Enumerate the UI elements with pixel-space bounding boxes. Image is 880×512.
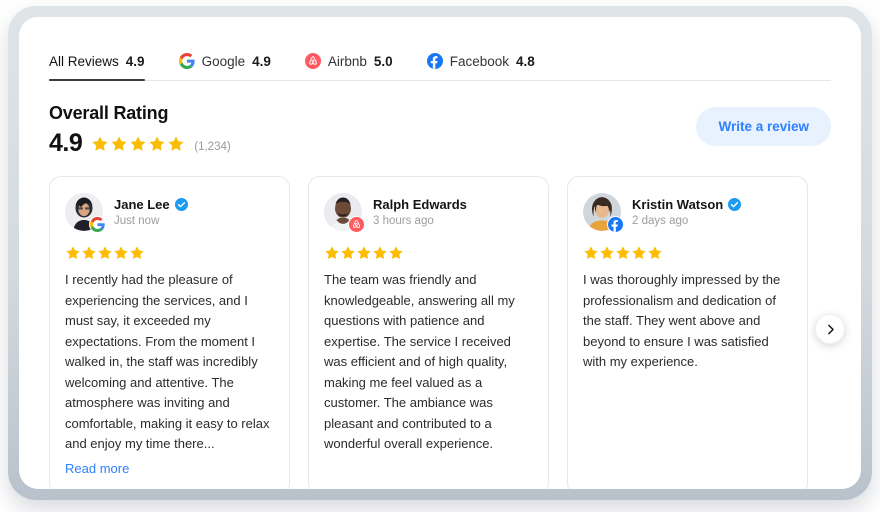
review-card[interactable]: Kristin Watson 2 days ago I was thorough… — [567, 176, 808, 489]
review-count: (1,234) — [194, 140, 231, 153]
star-icon — [149, 136, 165, 151]
review-author: Kristin Watson 2 days ago — [583, 193, 792, 233]
star-icon — [98, 246, 112, 260]
facebook-icon — [608, 217, 623, 232]
star-icon — [632, 246, 646, 260]
review-text: The team was friendly and knowledgeable,… — [324, 272, 515, 452]
airbnb-icon — [304, 53, 321, 69]
star-icon — [114, 246, 128, 260]
star-icon — [373, 246, 387, 260]
author-name: Ralph Edwards — [373, 197, 467, 212]
page-title: Overall Rating — [49, 103, 169, 123]
star-icon — [66, 246, 80, 260]
review-card[interactable]: Jane Lee Just now I recently had the ple… — [49, 176, 290, 489]
star-icon — [130, 246, 144, 260]
tab-facebook-score: 4.8 — [516, 53, 535, 69]
author-info: Ralph Edwards 3 hours ago — [373, 197, 467, 227]
source-badge-facebook — [607, 216, 624, 233]
write-a-review-button[interactable]: Write a review — [696, 107, 831, 146]
review-timestamp: 3 hours ago — [373, 215, 434, 227]
read-more-link[interactable]: Read more — [65, 461, 129, 476]
verified-icon — [728, 198, 742, 211]
review-timestamp: 2 days ago — [632, 215, 689, 227]
device-screen: All Reviews 4.9 Google 4.9 Airbnb 5.0 Fa… — [19, 17, 861, 489]
google-icon — [178, 53, 195, 69]
reviews-carousel: Jane Lee Just now I recently had the ple… — [49, 176, 845, 489]
tab-facebook-label: Facebook — [449, 53, 509, 69]
star-icon — [82, 246, 96, 260]
avatar-wrap — [324, 193, 365, 233]
device-frame: All Reviews 4.9 Google 4.9 Airbnb 5.0 Fa… — [8, 6, 872, 500]
review-author: Ralph Edwards 3 hours ago — [324, 193, 533, 233]
author-name: Jane Lee — [114, 197, 170, 212]
star-icon — [92, 136, 108, 151]
review-card[interactable]: Ralph Edwards 3 hours ago The team was f… — [308, 176, 549, 489]
tab-google-label: Google — [201, 53, 246, 69]
tab-airbnb[interactable]: Airbnb 5.0 — [304, 53, 393, 80]
author-name-row: Jane Lee — [114, 197, 188, 212]
tab-all-reviews-score: 4.9 — [125, 54, 145, 69]
tab-facebook[interactable]: Facebook 4.8 — [426, 53, 535, 80]
tab-google-score: 4.9 — [252, 53, 271, 69]
chevron-right-icon — [827, 324, 834, 334]
avatar-wrap — [65, 193, 106, 233]
star-icon — [111, 136, 127, 151]
author-name: Kristin Watson — [632, 197, 724, 212]
overall-rating-value: 4.9 — [49, 129, 83, 157]
review-star-rating — [583, 245, 792, 261]
review-text: I was thoroughly impressed by the profes… — [583, 272, 781, 370]
star-icon — [600, 246, 614, 260]
author-name-row: Kristin Watson — [632, 197, 742, 212]
tab-all-reviews[interactable]: All Reviews 4.9 — [49, 54, 145, 81]
review-timestamp: Just now — [114, 215, 160, 227]
star-icon — [341, 246, 355, 260]
overall-rating-section: Overall Rating 4.9 (1,234) Write a revie… — [49, 103, 831, 156]
review-star-rating — [324, 245, 533, 261]
star-icon — [584, 246, 598, 260]
review-text: I recently had the pleasure of experienc… — [65, 272, 270, 452]
star-icon — [648, 246, 662, 260]
author-info: Kristin Watson 2 days ago — [632, 197, 742, 227]
star-icon — [616, 246, 630, 260]
author-info: Jane Lee Just now — [114, 197, 188, 227]
overall-rating-line: 4.9 (1,234) — [49, 131, 231, 156]
facebook-icon — [426, 53, 443, 69]
tab-airbnb-label: Airbnb — [327, 53, 367, 69]
airbnb-icon — [349, 217, 364, 232]
verified-icon — [174, 198, 188, 211]
avatar-wrap — [583, 193, 624, 233]
tab-airbnb-score: 5.0 — [373, 53, 393, 69]
star-icon — [325, 246, 339, 260]
tab-google[interactable]: Google 4.9 — [178, 53, 271, 80]
overall-rating-block: Overall Rating 4.9 (1,234) — [49, 103, 231, 156]
author-name-row: Ralph Edwards — [373, 197, 467, 212]
carousel-next-button[interactable] — [815, 314, 845, 344]
star-icon — [357, 246, 371, 260]
star-icon — [130, 136, 146, 151]
google-icon — [90, 217, 105, 232]
star-icon — [168, 136, 184, 151]
reviews-widget: All Reviews 4.9 Google 4.9 Airbnb 5.0 Fa… — [19, 17, 861, 489]
review-source-tabs: All Reviews 4.9 Google 4.9 Airbnb 5.0 Fa… — [49, 45, 831, 81]
review-author: Jane Lee Just now — [65, 193, 274, 233]
tab-all-reviews-label: All Reviews — [49, 54, 119, 69]
source-badge-google — [89, 216, 106, 233]
overall-star-rating — [91, 135, 185, 153]
source-badge-airbnb — [348, 216, 365, 233]
review-star-rating — [65, 245, 274, 261]
star-icon — [389, 246, 403, 260]
